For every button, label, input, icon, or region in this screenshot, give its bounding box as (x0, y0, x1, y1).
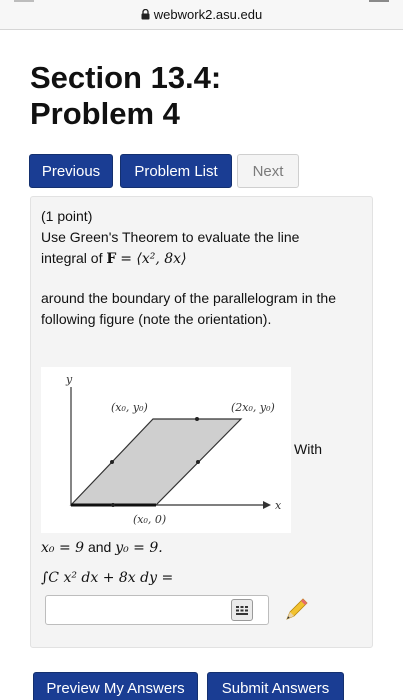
problem-line-1: Use Green's Theorem to evaluate the line (41, 229, 300, 245)
orientation-arrow-bottom (111, 503, 115, 507)
problem-points: (1 point) (41, 208, 93, 224)
equation-editor-icon[interactable] (231, 599, 253, 621)
page-title: Section 13.4: Problem 4 (30, 60, 221, 132)
url-text: webwork2.asu.edu (153, 7, 263, 22)
orientation-arrow-left (110, 460, 114, 464)
label-bottom: (x₀, 0) (133, 513, 166, 526)
integral-expression: ∫C x² dx + 8x dy = (41, 570, 174, 586)
problem-line-2: integral of F = ⟨x², 8x⟩ (41, 248, 371, 270)
parallelogram-figure: y x (x₀, y₀) (2x₀, y₀) (x₀, 0) (41, 367, 291, 533)
previous-button[interactable]: Previous (29, 154, 113, 188)
pencil-icon[interactable] (283, 597, 309, 623)
given-values: x₀ = 9 and y₀ = 9. (41, 537, 371, 559)
browser-edge-right (369, 0, 389, 2)
preview-answers-button[interactable]: Preview My Answers (33, 672, 198, 700)
submit-answers-button[interactable]: Submit Answers (207, 672, 344, 700)
lock-icon (141, 9, 150, 20)
given-y0: y₀ = 9. (115, 540, 163, 556)
problem-list-button[interactable]: Problem List (120, 154, 232, 188)
keypad-icon (236, 606, 248, 615)
problem-line-2-prefix: integral of (41, 250, 103, 266)
url-display[interactable]: webwork2.asu.edu (0, 7, 403, 22)
orientation-arrow-right (196, 460, 200, 464)
next-button: Next (237, 154, 299, 188)
page-title-problem: Problem 4 (30, 96, 180, 131)
parallelogram-region (69, 418, 243, 506)
orientation-arrow-top (195, 417, 199, 421)
x-axis-arrowhead (263, 501, 271, 509)
given-x0: x₀ = 9 (41, 540, 85, 556)
vector-field-expression: = ⟨x², 8x⟩ (120, 251, 187, 267)
problem-line-3: around the boundary of the parallelogram… (41, 290, 336, 306)
label-top-right: (2x₀, y₀) (231, 401, 275, 414)
y-axis-label: y (65, 373, 73, 386)
x-axis-label: x (275, 499, 282, 512)
vector-field-name: F (106, 251, 117, 267)
browser-address-bar[interactable]: webwork2.asu.edu (0, 0, 403, 30)
problem-line-4: following figure (note the orientation). (41, 311, 272, 327)
with-text: With (294, 441, 322, 457)
page-title-section: Section 13.4: (30, 60, 222, 95)
problem-body: (1 point) Use Green's Theorem to evaluat… (30, 196, 373, 648)
label-top-left: (x₀, y₀) (111, 401, 148, 414)
and-text: and (87, 539, 112, 555)
browser-edge-left (14, 0, 34, 2)
